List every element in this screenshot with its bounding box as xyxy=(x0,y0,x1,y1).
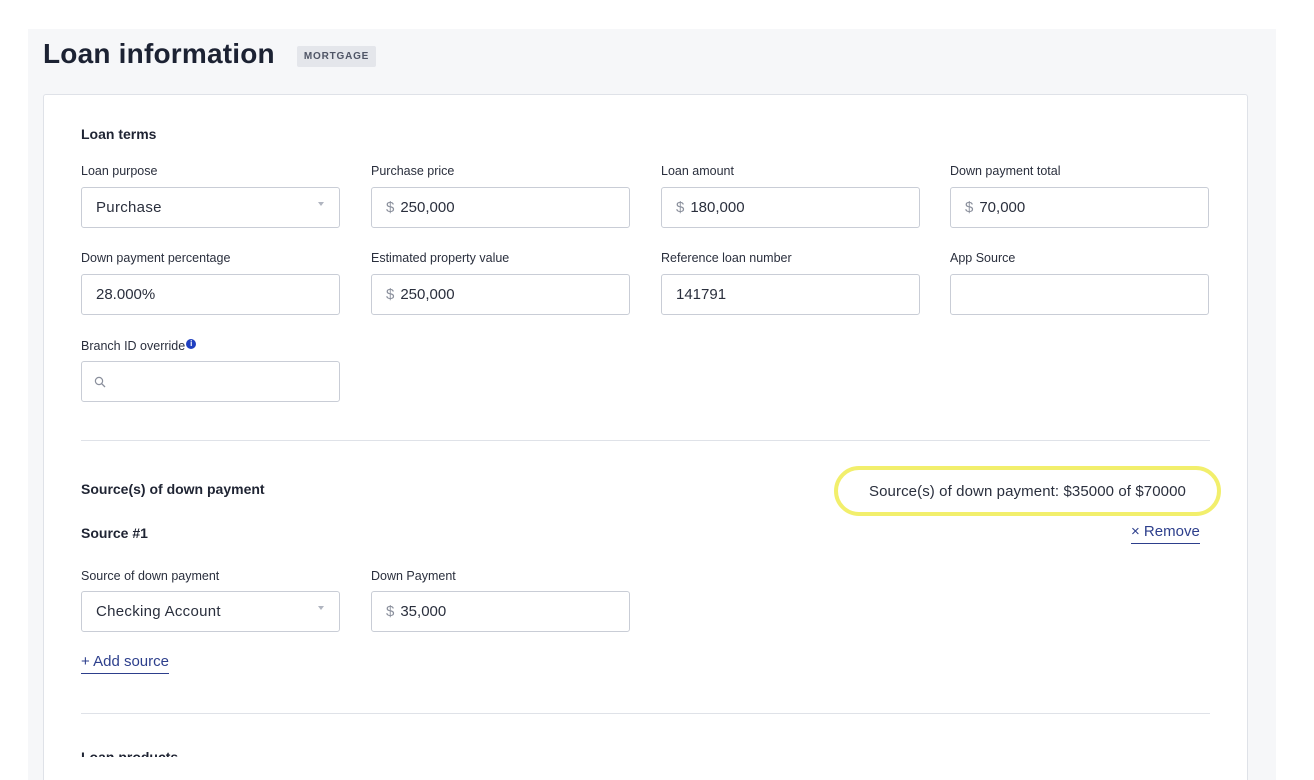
source-1-heading: Source #1 xyxy=(81,525,148,541)
loan-information-card: Loan terms Loan purpose Purchase price L… xyxy=(43,94,1248,780)
page-header: Loan information MORTGAGE xyxy=(43,34,377,74)
loan-products-heading: Loan products xyxy=(81,745,201,757)
loan-terms-heading: Loan terms xyxy=(81,126,157,142)
purchase-price-value: 250,000 xyxy=(400,199,455,216)
loan-amount-label: Loan amount xyxy=(661,164,734,178)
down-payment-total-value: 70,000 xyxy=(979,199,1026,216)
branch-id-override-label-text: Branch ID override xyxy=(81,339,186,353)
search-icon xyxy=(94,376,106,387)
loan-purpose-value: Purchase xyxy=(96,199,162,216)
section-divider xyxy=(81,713,1210,714)
source-of-down-payment-label: Source of down payment xyxy=(81,569,220,583)
source-of-down-payment-value: Checking Account xyxy=(96,603,221,620)
reference-loan-number-input[interactable]: 141791 xyxy=(661,274,920,315)
dollar-prefix: $ xyxy=(965,199,974,216)
down-payment-total-label: Down payment total xyxy=(950,164,1061,178)
reference-loan-number-label: Reference loan number xyxy=(661,251,792,265)
down-payment-amount-input[interactable]: $ 35,000 xyxy=(371,591,630,632)
info-icon[interactable]: i xyxy=(186,339,197,349)
branch-id-search-input[interactable] xyxy=(81,361,340,402)
down-payment-amount-label: Down Payment xyxy=(371,569,456,583)
loan-purpose-select[interactable]: Purchase xyxy=(81,187,340,228)
app-source-input[interactable] xyxy=(950,274,1209,315)
down-payment-percentage-input[interactable]: 28.000% xyxy=(81,274,340,315)
page-title: Loan information xyxy=(43,38,275,69)
loan-amount-input[interactable]: $ 180,000 xyxy=(661,187,920,228)
chevron-down-icon xyxy=(318,202,324,206)
add-source-button[interactable]: + Add source xyxy=(81,653,169,674)
dollar-prefix: $ xyxy=(386,286,395,303)
dollar-prefix: $ xyxy=(386,199,395,216)
down-payment-summary-text: Source(s) of down payment: $35000 of $70… xyxy=(868,482,1186,500)
loan-products-heading-text: Loan products xyxy=(81,749,179,757)
dollar-prefix: $ xyxy=(676,199,685,216)
loan-type-badge: MORTGAGE xyxy=(296,45,377,67)
down-payment-summary: Source(s) of down payment: $35000 of $70… xyxy=(834,466,1221,516)
dollar-prefix: $ xyxy=(386,603,395,620)
estimated-property-value-input[interactable]: $ 250,000 xyxy=(371,274,630,315)
app-source-label: App Source xyxy=(950,251,1016,265)
estimated-property-value-label: Estimated property value xyxy=(371,251,510,265)
down-payment-sources-heading: Source(s) of down payment xyxy=(81,481,265,497)
loan-amount-value: 180,000 xyxy=(690,199,745,216)
chevron-down-icon xyxy=(318,606,324,610)
down-payment-percentage-label: Down payment percentage xyxy=(81,251,231,265)
down-payment-percentage-value: 28.000% xyxy=(96,286,156,303)
reference-loan-number-value: 141791 xyxy=(676,286,727,303)
section-divider xyxy=(81,440,1210,441)
purchase-price-label: Purchase price xyxy=(371,164,455,178)
estimated-property-value-value: 250,000 xyxy=(400,286,455,303)
down-payment-amount-value: 35,000 xyxy=(400,603,447,620)
purchase-price-input[interactable]: $ 250,000 xyxy=(371,187,630,228)
source-of-down-payment-select[interactable]: Checking Account xyxy=(81,591,340,632)
down-payment-total-input[interactable]: $ 70,000 xyxy=(950,187,1209,228)
loan-purpose-label: Loan purpose xyxy=(81,164,158,178)
remove-source-button[interactable]: × Remove xyxy=(1131,523,1200,544)
branch-id-override-label: Branch ID override i xyxy=(81,339,197,353)
